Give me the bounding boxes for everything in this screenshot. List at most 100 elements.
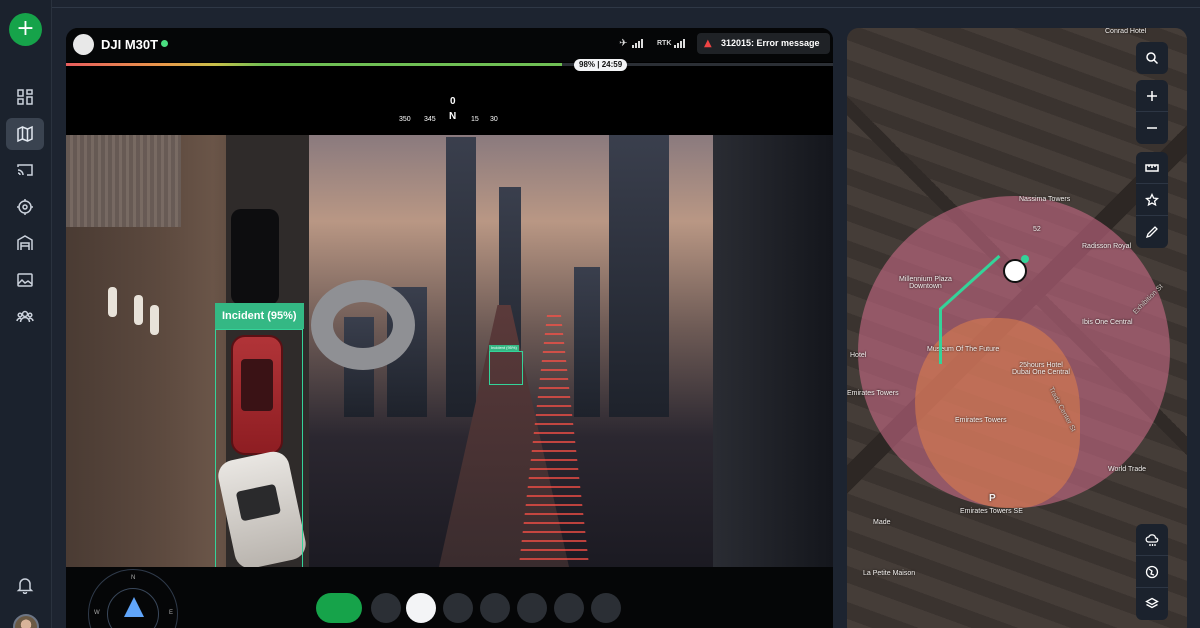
heading-degrees: 0	[450, 96, 456, 107]
map-icon	[17, 125, 33, 143]
online-status-dot	[161, 40, 168, 47]
sidebar-item-map[interactable]	[6, 118, 44, 150]
drone-name[interactable]: DJI M30T	[101, 37, 158, 52]
crosshair-icon	[17, 199, 33, 215]
camera-mode-button[interactable]	[316, 593, 362, 623]
carousel-button[interactable]	[554, 593, 584, 623]
small-detection-box[interactable]	[489, 351, 523, 385]
map-label: Museum Of The Future	[927, 346, 1000, 353]
flight-path	[939, 308, 942, 364]
incident-label: Incident (95%)	[215, 303, 304, 329]
road-number: 52	[1033, 226, 1041, 233]
carousel-button[interactable]	[443, 593, 473, 623]
search-icon	[1146, 52, 1159, 65]
grid-icon	[17, 89, 33, 105]
weather-icon	[1145, 533, 1159, 546]
top-divider	[52, 7, 1200, 8]
pedestrian	[150, 305, 159, 335]
layers-icon	[1145, 597, 1159, 609]
compass-tick: 350	[399, 116, 411, 123]
compass-tick: 15	[471, 116, 479, 123]
map-label: La Petite Maison	[863, 570, 916, 577]
notifications-button[interactable]	[6, 569, 44, 601]
sidebar-item-media[interactable]	[6, 264, 44, 296]
carousel-button[interactable]	[517, 593, 547, 623]
pedestrian	[134, 295, 143, 325]
warning-icon: ▲	[704, 38, 712, 49]
rtk-label: RTK	[657, 40, 672, 47]
sidebar-item-dashboard[interactable]	[6, 81, 44, 113]
ruler-icon	[1145, 163, 1159, 172]
map-label: Millennium Plaza Downtown	[899, 276, 952, 290]
drone-map-marker[interactable]	[1003, 255, 1029, 283]
zoom-out-icon	[1147, 127, 1157, 129]
weather-button[interactable]	[1136, 524, 1168, 556]
map-search-button[interactable]	[1136, 42, 1168, 74]
mini-compass-n: N	[131, 575, 136, 581]
video-header: DJI M30T ✈ RTK ▲ 312015: Error message	[66, 28, 833, 62]
sidebar-item-hangar[interactable]	[6, 227, 44, 259]
layers-button[interactable]	[1136, 588, 1168, 620]
map-label: World Trade	[1108, 466, 1146, 473]
navigation-arrow-icon	[124, 597, 144, 617]
globe-button[interactable]	[1136, 556, 1168, 588]
error-message-pill[interactable]: ▲ 312015: Error message	[697, 33, 830, 54]
battery-label: 98% | 24:59	[574, 59, 628, 71]
sidebar-item-target[interactable]	[6, 191, 44, 223]
carousel-button[interactable]	[591, 593, 621, 623]
users-icon	[16, 310, 34, 323]
parking-marker: P	[989, 493, 996, 504]
ruler-button[interactable]	[1136, 152, 1168, 184]
map-label: Nassima Towers	[1019, 196, 1071, 203]
sidebar-item-team[interactable]	[6, 300, 44, 332]
layer-controls	[1136, 524, 1168, 620]
garage-icon	[17, 235, 33, 250]
map-label: Emirates Towers	[955, 417, 1007, 424]
map-label: Ibis One Central	[1082, 319, 1133, 326]
incident-bounding-box[interactable]	[215, 329, 303, 567]
heading-compass: 0 N 350 345 15 30	[396, 96, 506, 128]
add-button[interactable]: +	[9, 13, 42, 46]
building	[574, 267, 600, 417]
map-label: Emirates Towers SE	[960, 508, 1023, 515]
map-label: Radisson Royal	[1082, 243, 1132, 250]
favorite-button[interactable]	[1136, 184, 1168, 216]
error-text: 312015: Error message	[721, 38, 820, 48]
video-feed[interactable]: Incident (95%) Incident (95%)	[66, 135, 833, 567]
zoom-out-button[interactable]	[1136, 112, 1168, 144]
roof-structure	[66, 135, 181, 227]
sidebar-item-cast[interactable]	[6, 154, 44, 186]
right-towers	[713, 135, 833, 567]
mini-compass-e: E	[169, 610, 174, 616]
small-detection-label: Incident (95%)	[489, 345, 519, 351]
building	[609, 135, 669, 417]
main-camera-view: Incident (95%)	[309, 135, 833, 567]
sidebar: +	[0, 0, 52, 628]
video-panel: Incident (95%) Incident (95%) DJI M30T ✈…	[66, 28, 833, 628]
zoom-in-button[interactable]	[1136, 80, 1168, 112]
app-root: + Incident (95%) Incident (95%) DJI M30T…	[0, 0, 1200, 628]
carousel-button[interactable]	[371, 593, 401, 623]
gallery-icon	[17, 273, 33, 287]
map-label: Emirates Towers	[847, 390, 899, 397]
user-avatar[interactable]	[13, 614, 39, 628]
compass-tick: 345	[424, 116, 436, 123]
battery-progress-fill	[66, 63, 563, 66]
carousel-button[interactable]	[480, 593, 510, 623]
shutter-button[interactable]	[406, 593, 436, 623]
map-label: Hotel	[850, 352, 867, 359]
compass-tick: 30	[490, 116, 498, 123]
heading-direction: N	[449, 111, 457, 122]
bell-icon	[16, 578, 34, 594]
satellite-icon: ✈	[619, 38, 628, 49]
building	[446, 137, 476, 417]
tool-controls	[1136, 152, 1168, 248]
draw-button[interactable]	[1136, 216, 1168, 248]
globe-icon	[1145, 565, 1159, 578]
left-camera-view: Incident (95%)	[66, 135, 311, 567]
gps-signal-icon	[632, 39, 643, 48]
map-panel[interactable]: Millennium Plaza Downtown Museum Of The …	[847, 28, 1187, 628]
map-label: Made	[873, 519, 891, 526]
drone-icon	[73, 34, 94, 55]
zoom-in-icon	[1147, 90, 1157, 101]
